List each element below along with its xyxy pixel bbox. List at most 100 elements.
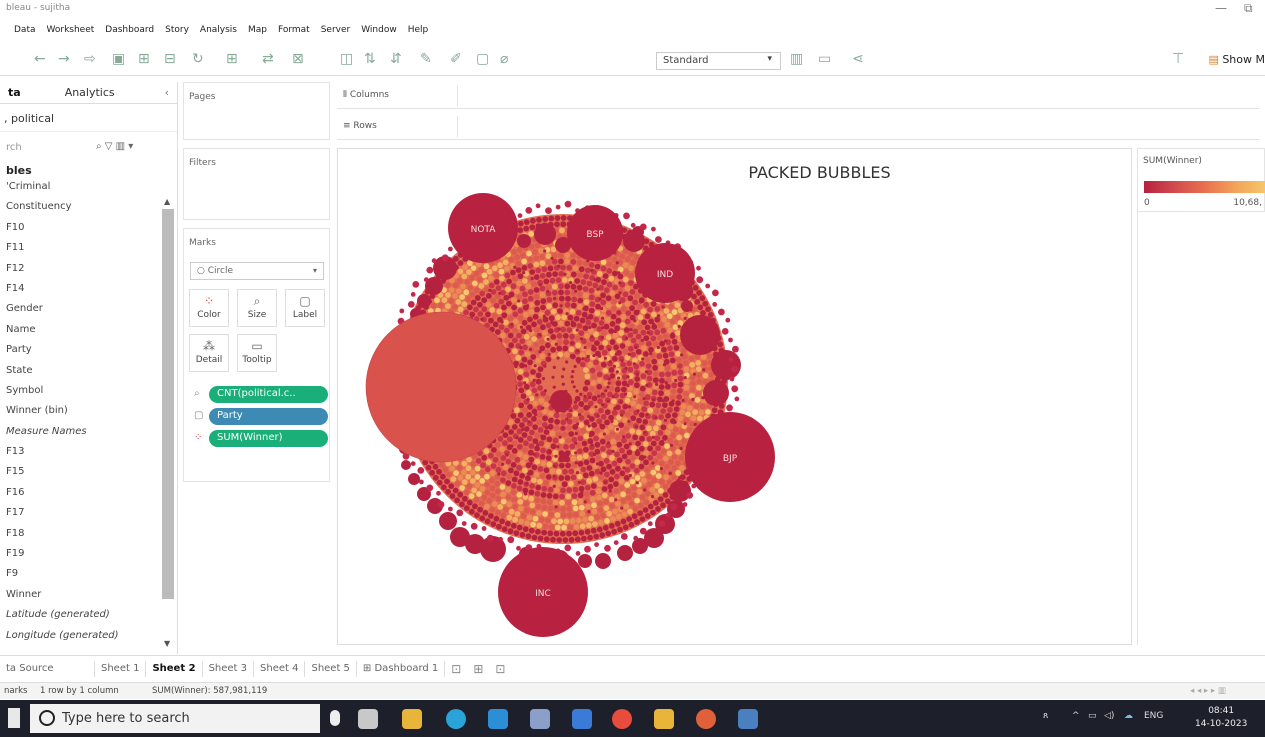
bubble-small[interactable] [595,455,602,461]
bubble-small[interactable] [452,487,459,494]
bubble-small[interactable] [648,346,654,353]
bubble-small[interactable] [535,357,542,364]
bubble-small[interactable] [512,348,518,354]
bubble-small[interactable] [527,420,531,424]
bubble-small[interactable] [529,502,536,509]
bubble-small[interactable] [679,446,683,451]
bubble-small[interactable] [527,295,534,302]
bubble-small[interactable] [500,491,506,498]
bubble-small[interactable] [563,272,567,276]
sort-ascending-icon[interactable]: ⇅ [364,51,376,67]
bubble-small[interactable] [547,411,554,417]
bubble-small[interactable] [624,301,631,307]
bubble-small[interactable] [558,435,562,439]
bubble-small[interactable] [527,316,533,323]
bubble-small[interactable] [625,310,632,316]
bubble-small[interactable] [580,466,587,473]
bubble-small[interactable] [593,435,599,442]
bubble-small[interactable] [596,414,600,418]
field-item[interactable]: Measure Names [0,422,177,442]
bubble-small[interactable] [650,335,657,342]
bubble-small[interactable] [484,473,490,480]
bubble-small[interactable] [451,304,458,310]
bubble-small[interactable] [556,445,560,449]
bubble-small[interactable] [436,468,442,475]
bubble-small[interactable] [448,298,455,304]
bubble-small[interactable] [647,445,653,452]
bubble-small[interactable] [588,470,595,477]
bubble-small[interactable] [459,485,465,491]
bubble-small[interactable] [511,476,518,483]
bubble-small[interactable] [635,440,641,447]
bubble-small[interactable] [700,310,706,316]
bubble-small[interactable] [529,462,533,466]
bubble-small[interactable] [616,458,620,462]
bubble-small[interactable] [519,285,526,292]
bubble-small[interactable] [587,405,591,409]
bubble-small[interactable] [639,223,647,231]
bubble-small[interactable] [494,442,501,448]
bubble-small[interactable] [501,526,508,532]
bubble-small[interactable] [554,505,558,509]
bubble-small[interactable] [518,349,525,356]
bubble-small[interactable] [550,417,554,421]
bubble-small[interactable] [683,391,689,397]
bubble-small[interactable] [671,465,678,471]
bubble-small[interactable] [583,500,587,504]
bubble-medium[interactable] [680,315,720,355]
bubble-small[interactable] [626,360,633,367]
bubble-small[interactable] [478,267,485,273]
bubble-small[interactable] [695,360,702,366]
bubble-small[interactable] [577,460,584,467]
bubble-small[interactable] [576,454,583,461]
field-item[interactable]: F19 [0,544,177,564]
bubble-small[interactable] [661,399,665,403]
bubble-small[interactable] [603,505,610,511]
bubble-small[interactable] [531,534,538,541]
field-item[interactable]: 'Criminal [0,177,177,197]
bubble-small[interactable] [569,443,576,450]
bubble-small[interactable] [480,317,484,321]
bubble-small[interactable] [590,335,594,339]
bubble-small[interactable] [580,427,587,434]
bubble-small[interactable] [655,382,659,386]
bubble-small[interactable] [675,470,682,476]
bubble-small[interactable] [598,320,605,326]
bubble-small[interactable] [657,496,664,502]
bubble-small[interactable] [683,376,687,380]
bubble-small[interactable] [667,345,673,352]
bubble-small[interactable] [534,432,541,439]
bubble-small[interactable] [611,298,617,305]
bubble-small[interactable] [526,412,532,418]
bubble-small[interactable] [596,383,603,390]
highlight-icon[interactable]: ✎ [420,51,432,67]
bubble-small[interactable] [436,479,443,486]
bubble-small[interactable] [554,342,558,346]
bubble-small[interactable] [629,463,636,469]
bubble-small[interactable] [665,512,671,518]
field-item[interactable]: Name [0,320,177,340]
bubble-small[interactable] [501,304,507,311]
bubble-small[interactable] [599,423,603,427]
bubble-small[interactable] [537,366,544,372]
bubble-small[interactable] [664,390,671,396]
bubble-small[interactable] [606,281,613,288]
clear-sheet-icon[interactable]: ⊠ [292,51,304,67]
bubble-small[interactable] [456,509,464,517]
bubble-small[interactable] [603,498,609,505]
field-item[interactable]: Latitude (generated) [0,605,177,625]
bubble-small[interactable] [519,338,526,344]
bubble-small[interactable] [557,327,561,331]
bubble-small[interactable] [588,434,592,438]
bubble-small[interactable] [506,473,512,480]
bubble-small[interactable] [539,473,546,479]
bubble-small[interactable] [561,524,567,531]
bubble-small[interactable] [525,283,532,290]
bubble-small[interactable] [625,340,631,347]
bubble-small[interactable] [583,433,590,440]
bubble-small[interactable] [479,515,486,522]
bubble-small[interactable] [673,420,677,424]
bubble-small[interactable] [592,452,597,457]
bubble-small[interactable] [419,479,424,485]
bubble-small[interactable] [567,524,574,531]
